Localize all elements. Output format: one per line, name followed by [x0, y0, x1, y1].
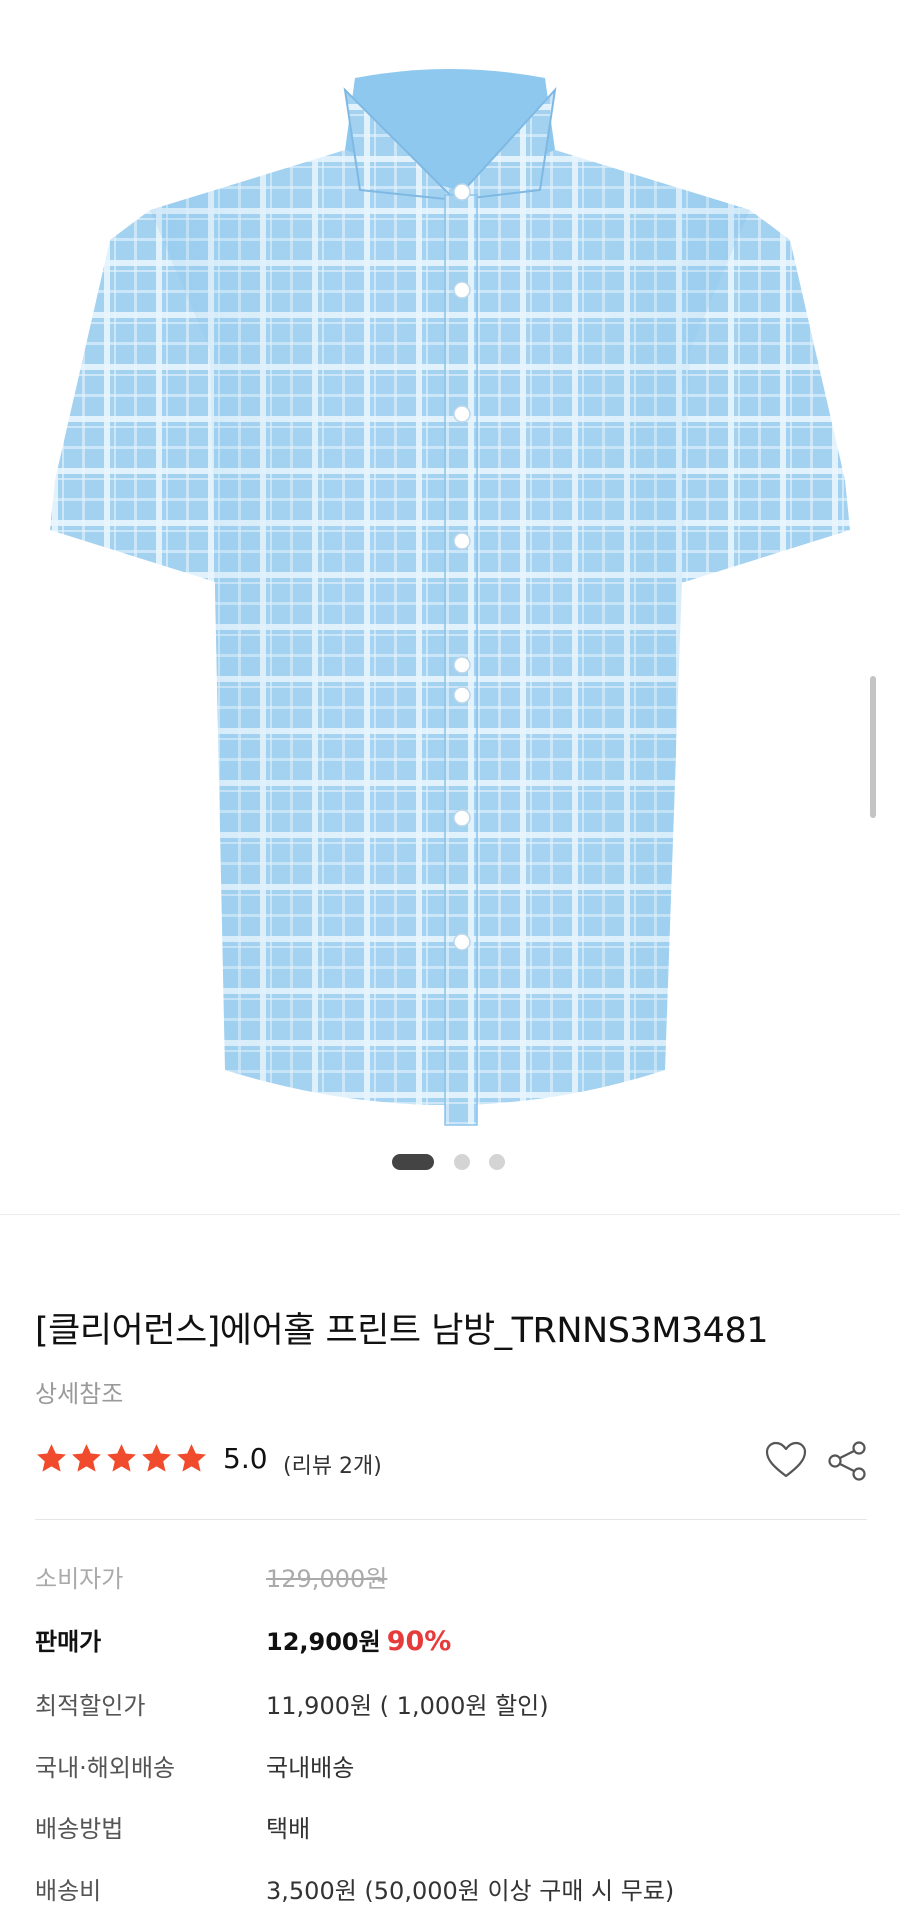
spec-row-best-price: 최적할인가 11,900원 ( 1,000원 할인) — [35, 1686, 867, 1726]
carousel-dots[interactable] — [0, 1152, 900, 1172]
best-price-label: 최적할인가 — [35, 1692, 146, 1720]
sale-price: 12,900원 — [266, 1628, 381, 1656]
spec-row-shipping-method: 배송방법 택배 — [35, 1809, 867, 1849]
spec-row-shipping-region: 국내·해외배송 국내배송 — [35, 1748, 867, 1788]
msrp-label: 소비자가 — [35, 1565, 124, 1593]
spec-row-msrp: 소비자가 129,000원 — [35, 1559, 867, 1599]
spec-row-shipping-fee: 배송비 3,500원 (50,000원 이상 구매 시 무료) — [35, 1871, 867, 1911]
shipping-method-label: 배송방법 — [35, 1815, 124, 1843]
star-icon — [107, 1444, 136, 1472]
shipping-region-value: 국내배송 — [266, 1754, 355, 1782]
heart-outline-icon[interactable] — [764, 1440, 808, 1480]
product-image-gallery[interactable] — [0, 0, 900, 1215]
shipping-fee-value: 3,500원 (50,000원 이상 구매 시 무료) — [266, 1877, 675, 1905]
product-subtitle: 상세참조 — [35, 1380, 124, 1408]
sale-price-group: 12,900원 90% — [266, 1622, 451, 1657]
carousel-dot-3[interactable] — [489, 1154, 505, 1170]
product-shirt-image[interactable] — [0, 0, 900, 1214]
rating-row: 5.0 (리뷰 2개) — [35, 1440, 868, 1482]
product-title: [클리어런스]에어홀 프린트 남방_TRNNS3M3481 — [35, 1311, 768, 1351]
star-icon — [142, 1444, 171, 1472]
carousel-dot-1[interactable] — [392, 1154, 434, 1170]
star-icon — [37, 1444, 66, 1472]
shipping-method-value: 택배 — [266, 1815, 311, 1843]
star-icon — [72, 1444, 101, 1472]
shipping-region-label: 국내·해외배송 — [35, 1754, 176, 1782]
review-count-link[interactable]: (리뷰 2개) — [283, 1448, 382, 1480]
discount-rate: 90% — [386, 1626, 452, 1657]
star-icon — [177, 1444, 206, 1472]
divider — [35, 1519, 867, 1520]
msrp-value: 129,000원 — [266, 1565, 388, 1593]
carousel-dot-2[interactable] — [454, 1154, 470, 1170]
best-price-value: 11,900원 ( 1,000원 할인) — [266, 1692, 549, 1720]
sale-price-label: 판매가 — [35, 1628, 102, 1656]
share-icon[interactable] — [826, 1440, 868, 1482]
rating-stars[interactable] — [35, 1442, 210, 1476]
shipping-fee-label: 배송비 — [35, 1877, 102, 1905]
scroll-indicator[interactable] — [870, 676, 876, 818]
rating-value: 5.0 — [223, 1442, 268, 1475]
spec-row-sale: 판매가 12,900원 90% — [35, 1622, 867, 1662]
